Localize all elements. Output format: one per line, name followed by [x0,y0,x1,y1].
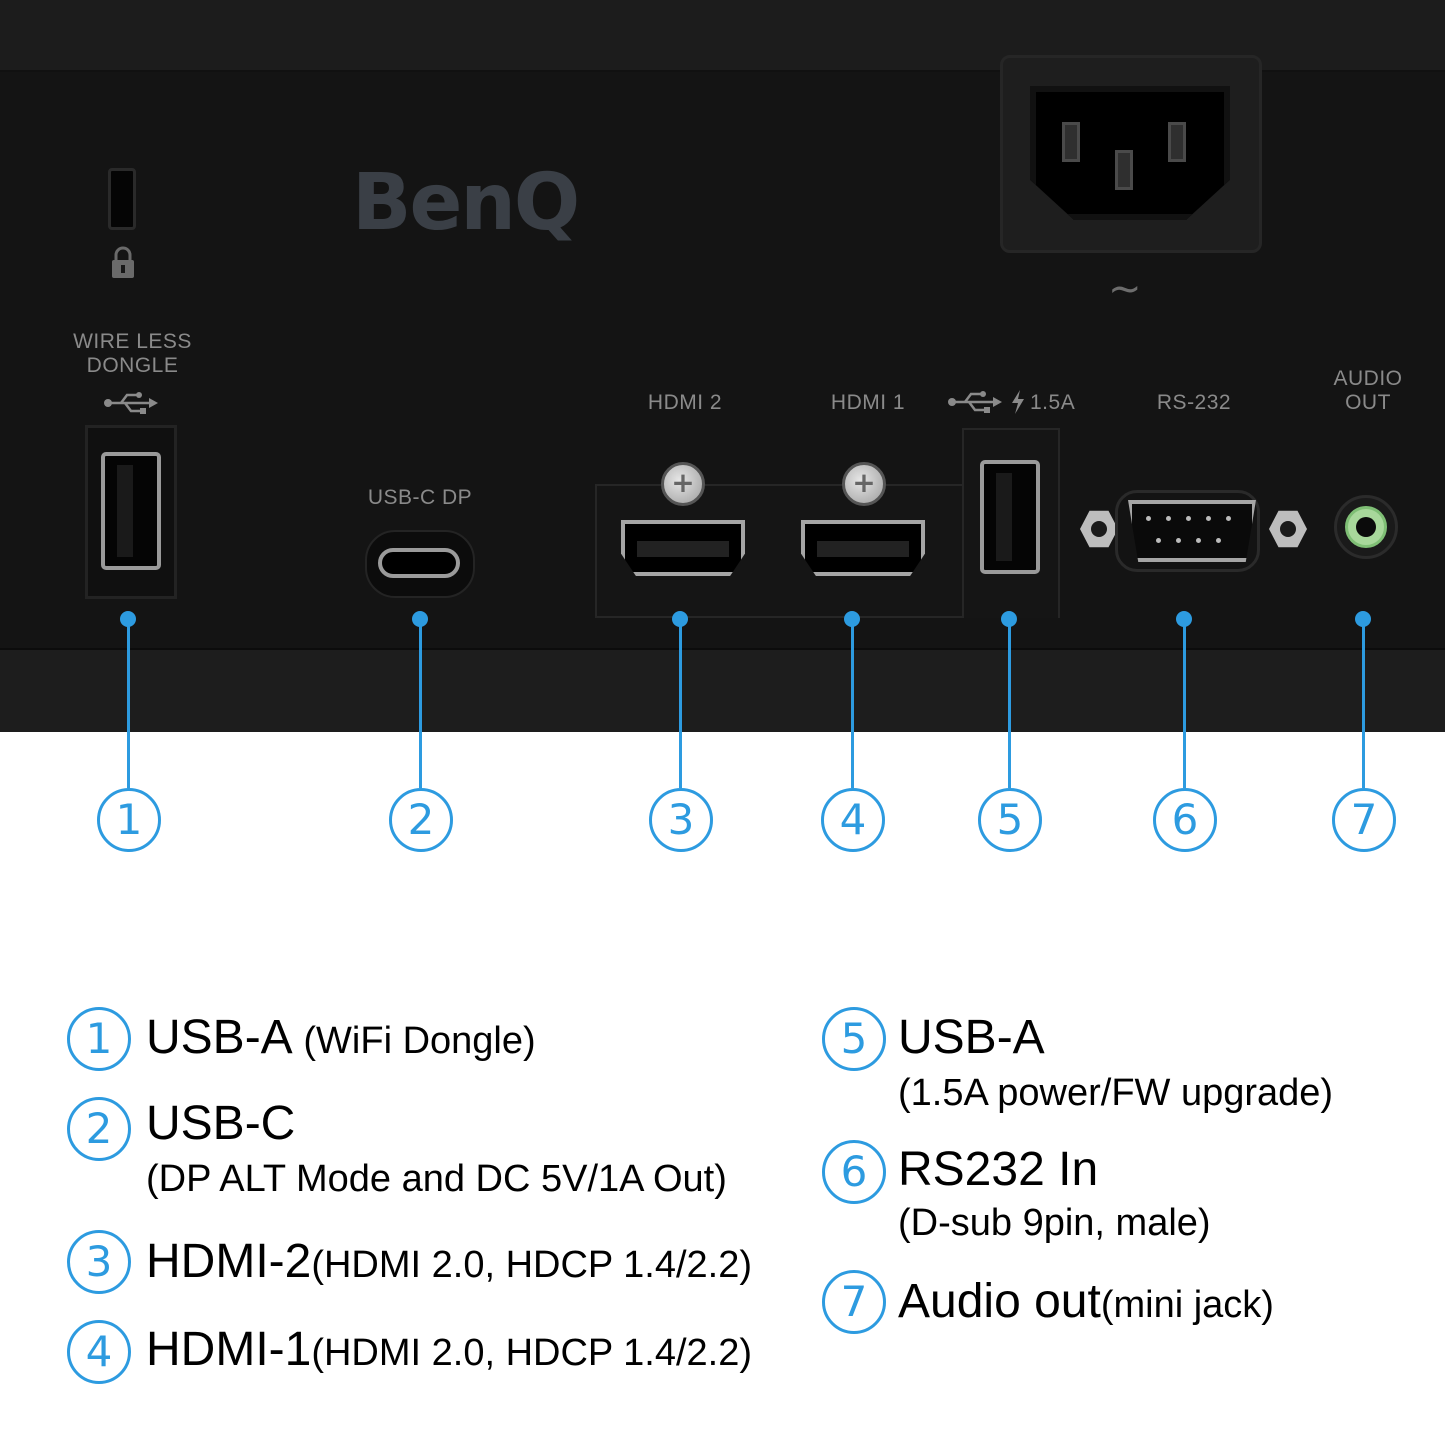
leader-dot-3 [672,611,688,627]
callout-5: 5 [978,788,1042,852]
usbc-port[interactable] [378,548,460,578]
rs232-hexnut-right-hole [1280,521,1296,537]
hdmi1-label: HDMI 1 [830,391,906,414]
callout-4: 4 [821,788,885,852]
ac-symbol: ~ [1108,266,1142,312]
audio-label-line1: AUDIO [1333,367,1403,390]
hdmi2-port-inner [637,541,729,557]
rs232-pin [1196,538,1201,543]
leader-dot-4 [844,611,860,627]
leader-line-5 [1008,618,1011,788]
leader-dot-2 [412,611,428,627]
legend-num-3: 3 [67,1230,131,1294]
legend-detail-3: (HDMI 2.0, HDCP 1.4/2.2) [311,1244,752,1286]
legend-item-4: HDMI-1(HDMI 2.0, HDCP 1.4/2.2) [146,1322,752,1381]
leader-dot-6 [1176,611,1192,627]
rs232-pin [1186,516,1191,521]
callout-2: 2 [389,788,453,852]
audio-label: AUDIO OUT [1308,367,1428,415]
legend-num-6: 6 [822,1140,886,1204]
audio-jack-hole [1356,517,1376,537]
legend-detail-7: (mini jack) [1100,1284,1274,1326]
legend-detail-5: (1.5A power/FW upgrade) [898,1072,1334,1114]
usbc-label: USB-C DP [367,486,473,509]
rs232-port[interactable] [1128,500,1256,562]
leader-line-4 [851,618,854,788]
leader-dot-1 [120,611,136,627]
rs232-pin [1216,538,1221,543]
legend-num-2: 2 [67,1097,131,1161]
leader-line-2 [419,618,422,788]
audio-label-line2: OUT [1345,391,1391,414]
rs232-pin [1146,516,1151,521]
legend-title-5: USB-A [898,1011,1045,1064]
leader-line-3 [679,618,682,788]
legend-num-4: 4 [67,1320,131,1384]
legend-title-7: Audio out [898,1275,1101,1328]
leader-dot-5 [1001,611,1017,627]
rs232-pin [1206,516,1211,521]
usb-a-port-5-tongue [996,473,1012,561]
legend-num-1: 1 [67,1007,131,1071]
wireless-dongle-label: WIRE LESS DONGLE [60,330,205,378]
rs232-label: RS-232 [1156,391,1232,414]
usb-icon [948,391,1002,413]
legend-title-3: HDMI-2 [146,1235,312,1288]
power-pin-right [1168,122,1186,162]
usb-a-port-1-tongue [117,465,133,557]
legend-detail-6: (D-sub 9pin, male) [898,1202,1211,1244]
legend-detail-4: (HDMI 2.0, HDCP 1.4/2.2) [311,1332,752,1374]
hdmi2-screw: + [661,462,705,506]
legend-detail-2: (DP ALT Mode and DC 5V/1A Out) [146,1158,727,1200]
legend-title-2: USB-C [146,1097,296,1150]
leader-line-1 [127,618,130,788]
callout-1: 1 [97,788,161,852]
legend-item-7: Audio out(mini jack) [898,1274,1274,1333]
wireless-dongle-label-line1: WIRE LESS [73,330,192,353]
callout-7: 7 [1332,788,1396,852]
rs232-pin [1166,516,1171,521]
power-pin-earth [1115,150,1133,190]
legend-title-1: USB-A [146,1011,291,1064]
lock-icon [112,246,134,278]
leader-line-6 [1183,618,1186,788]
brand-logo: BenQ [352,158,580,248]
panel-base [0,648,1445,732]
projector-rear-panel: BenQ ~ WIRE LESS DONGLE USB-C DP HDMI 2 … [0,0,1445,732]
leader-dot-7 [1355,611,1371,627]
legend-title-6: RS232 In [898,1143,1099,1196]
callout-6: 6 [1153,788,1217,852]
callout-3: 3 [649,788,713,852]
wireless-dongle-label-line2: DONGLE [86,354,179,377]
security-slot [108,168,136,230]
power-pin-left [1062,122,1080,162]
rs232-pin [1226,516,1231,521]
rs232-pin [1156,538,1161,543]
hdmi2-label: HDMI 2 [647,391,723,414]
rs232-hexnut-left-hole [1091,521,1107,537]
legend-num-5: 5 [822,1007,886,1071]
legend-item-1: USB-A (WiFi Dongle) [146,1010,536,1069]
leader-line-7 [1362,618,1365,788]
rs232-pin [1176,538,1181,543]
legend-detail-1: (WiFi Dongle) [303,1020,536,1062]
legend-item-3: HDMI-2(HDMI 2.0, HDCP 1.4/2.2) [146,1234,752,1293]
usb-power-label: 1.5A [1030,391,1076,414]
usb-icon [104,392,158,414]
hdmi1-screw: + [842,462,886,506]
legend-title-4: HDMI-1 [146,1323,312,1376]
legend-num-7: 7 [822,1270,886,1334]
hdmi1-port-inner [817,541,909,557]
lightning-icon [1012,390,1024,414]
